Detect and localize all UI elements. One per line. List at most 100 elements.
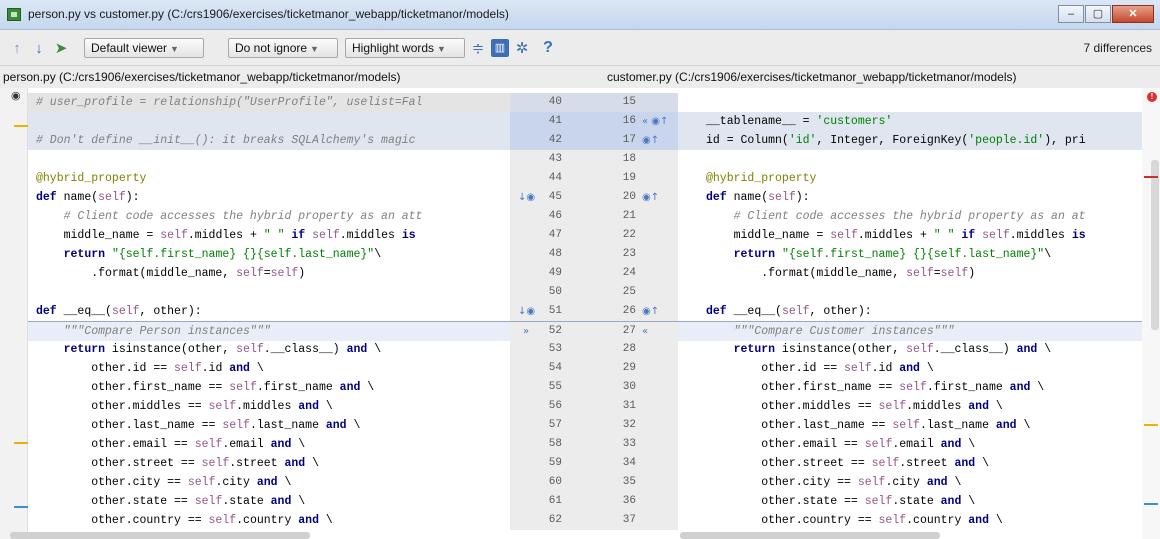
left-code-line[interactable]: def __eq__(self, other): [28, 302, 510, 321]
left-line-number: 50 [548, 286, 562, 298]
diff-row: def __eq__(self, other): ↓◉ 51 26 ◉↑ def __eq… [28, 302, 1142, 321]
right-line-number: 32 [622, 419, 636, 431]
left-code-line[interactable]: """Compare Person instances""" [28, 322, 510, 341]
left-line-number: 47 [548, 229, 562, 241]
right-code-line[interactable]: other.first_name == self.first_name and … [678, 378, 1142, 397]
left-line-number: 51 [548, 305, 562, 317]
left-code-line[interactable]: def name(self): [28, 188, 510, 207]
left-code-line[interactable] [28, 150, 510, 169]
error-marker [1144, 176, 1158, 178]
left-code-line[interactable]: other.last_name == self.last_name and \ [28, 416, 510, 435]
right-code-line[interactable]: other.country == self.country and \ [678, 511, 1142, 530]
right-change-action-icon[interactable]: « ◉↑ [642, 112, 670, 131]
right-code-line[interactable]: def name(self): [678, 188, 1142, 207]
right-code-line[interactable]: other.email == self.email and \ [678, 435, 1142, 454]
close-button[interactable]: ✕ [1112, 5, 1154, 23]
right-code-line[interactable]: __tablename__ = 'customers' [678, 112, 1142, 131]
left-change-action-icon[interactable]: ↓◉ [518, 302, 535, 321]
maximize-button[interactable]: ▢ [1085, 5, 1111, 23]
side-by-side-icon[interactable]: ▥ [491, 39, 509, 57]
right-change-action-icon[interactable]: « [642, 322, 670, 341]
right-code-line[interactable]: @hybrid_property [678, 169, 1142, 188]
diff-row: other.street == self.street and \ 59 34 ot… [28, 454, 1142, 473]
left-line-number: 43 [548, 153, 562, 165]
arrow-down-icon[interactable]: ↓ [30, 39, 48, 57]
right-change-action-icon[interactable]: ◉↑ [642, 188, 670, 207]
right-change-action-icon[interactable]: ◉↑ [642, 302, 670, 321]
left-code-line[interactable]: other.email == self.email and \ [28, 435, 510, 454]
highlight-combo[interactable]: Highlight words ▼ [345, 38, 465, 58]
right-code-line[interactable]: def __eq__(self, other): [678, 302, 1142, 321]
diff-divider [510, 378, 678, 397]
left-code-line[interactable]: # Client code accesses the hybrid proper… [28, 207, 510, 226]
right-code-line[interactable]: other.state == self.state and \ [678, 492, 1142, 511]
help-icon[interactable]: ? [539, 39, 557, 57]
right-line-number: 19 [622, 172, 636, 184]
diff-row: 41 16 « ◉↑ __tablename__ = 'customers' [28, 112, 1142, 131]
left-code-line[interactable]: .format(middle_name, self=self) [28, 264, 510, 283]
viewer-combo[interactable]: Default viewer ▼ [84, 38, 204, 58]
left-code-line[interactable]: # user_profile = relationship("UserProfi… [28, 93, 510, 112]
left-code-line[interactable] [28, 112, 510, 131]
right-code-line[interactable]: return isinstance(other, self.__class__)… [678, 340, 1142, 359]
right-code-line[interactable] [678, 93, 1142, 112]
left-code-line[interactable]: return isinstance(other, self.__class__)… [28, 340, 510, 359]
left-change-action-icon[interactable]: ↓◉ [518, 188, 535, 207]
right-code-line[interactable]: """Compare Customer instances""" [678, 322, 1142, 341]
right-code-line[interactable]: other.last_name == self.last_name and \ [678, 416, 1142, 435]
right-line-number: 23 [622, 248, 636, 260]
diff-editor[interactable]: # user_profile = relationship("UserProfi… [28, 93, 1142, 539]
right-code-line[interactable]: id = Column('id', Integer, ForeignKey('p… [678, 131, 1142, 150]
right-line-number: 25 [622, 286, 636, 298]
right-code-line[interactable]: other.city == self.city and \ [678, 473, 1142, 492]
right-code-line[interactable]: # Client code accesses the hybrid proper… [678, 207, 1142, 226]
left-code-line[interactable] [28, 283, 510, 302]
vertical-scrollbar[interactable] [1151, 160, 1159, 330]
arrow-up-icon[interactable]: ↑ [8, 39, 26, 57]
diff-row: other.id == self.id and \ 54 29 other.id =… [28, 359, 1142, 378]
left-code-line[interactable]: other.first_name == self.first_name and … [28, 378, 510, 397]
gear-icon[interactable]: ✲ [513, 39, 531, 57]
right-code-line[interactable]: .format(middle_name, self=self) [678, 264, 1142, 283]
right-line-number: 18 [622, 153, 636, 165]
left-code-line[interactable]: other.state == self.state and \ [28, 492, 510, 511]
left-code-line[interactable]: return "{self.first_name} {}{self.last_n… [28, 245, 510, 264]
diff-divider [510, 340, 678, 359]
right-line-number: 26 [622, 305, 636, 317]
diff-divider [510, 473, 678, 492]
left-line-number: 41 [548, 115, 562, 127]
jump-to-source-icon[interactable]: ➤ [52, 39, 70, 57]
eye-icon[interactable]: ◉ [11, 89, 21, 102]
right-code-line[interactable] [678, 283, 1142, 302]
right-change-action-icon[interactable]: ◉↑ [642, 131, 670, 150]
left-code-line[interactable]: @hybrid_property [28, 169, 510, 188]
left-code-line[interactable]: # Don't define __init__(): it breaks SQL… [28, 131, 510, 150]
left-code-line[interactable]: middle_name = self.middles + " " if self… [28, 226, 510, 245]
left-change-action-icon[interactable]: » [518, 322, 534, 341]
left-code-line[interactable]: other.country == self.country and \ [28, 511, 510, 530]
right-code-line[interactable]: middle_name = self.middles + " " if self… [678, 226, 1142, 245]
ignore-combo[interactable]: Do not ignore ▼ [228, 38, 338, 58]
window-title: person.py vs customer.py (C:/crs1906/exe… [28, 7, 509, 21]
diff-row: def name(self): ↓◉ 45 20 ◉↑ def name(self): [28, 188, 1142, 207]
right-code-line[interactable]: other.middles == self.middles and \ [678, 397, 1142, 416]
diff-divider [510, 283, 678, 302]
error-icon[interactable]: ! [1147, 92, 1157, 102]
right-code-line[interactable]: return "{self.first_name} {}{self.last_n… [678, 245, 1142, 264]
right-line-number: 17 [622, 134, 636, 146]
right-code-line[interactable]: other.id == self.id and \ [678, 359, 1142, 378]
viewer-label: Default viewer [91, 41, 168, 55]
align-icon[interactable]: ≑ [469, 39, 487, 57]
left-code-line[interactable]: other.street == self.street and \ [28, 454, 510, 473]
right-code-line[interactable] [678, 150, 1142, 169]
left-code-line[interactable]: other.id == self.id and \ [28, 359, 510, 378]
right-code-line[interactable]: other.street == self.street and \ [678, 454, 1142, 473]
left-line-number: 55 [548, 381, 562, 393]
diff-toolbar: ↑ ↓ ➤ Default viewer ▼ Do not ignore ▼ Hig… [0, 30, 1160, 66]
diff-divider [510, 435, 678, 454]
minimize-button[interactable]: – [1058, 5, 1084, 23]
left-line-number: 53 [548, 343, 562, 355]
right-horizontal-scrollbar[interactable] [680, 532, 940, 539]
left-code-line[interactable]: other.middles == self.middles and \ [28, 397, 510, 416]
left-code-line[interactable]: other.city == self.city and \ [28, 473, 510, 492]
